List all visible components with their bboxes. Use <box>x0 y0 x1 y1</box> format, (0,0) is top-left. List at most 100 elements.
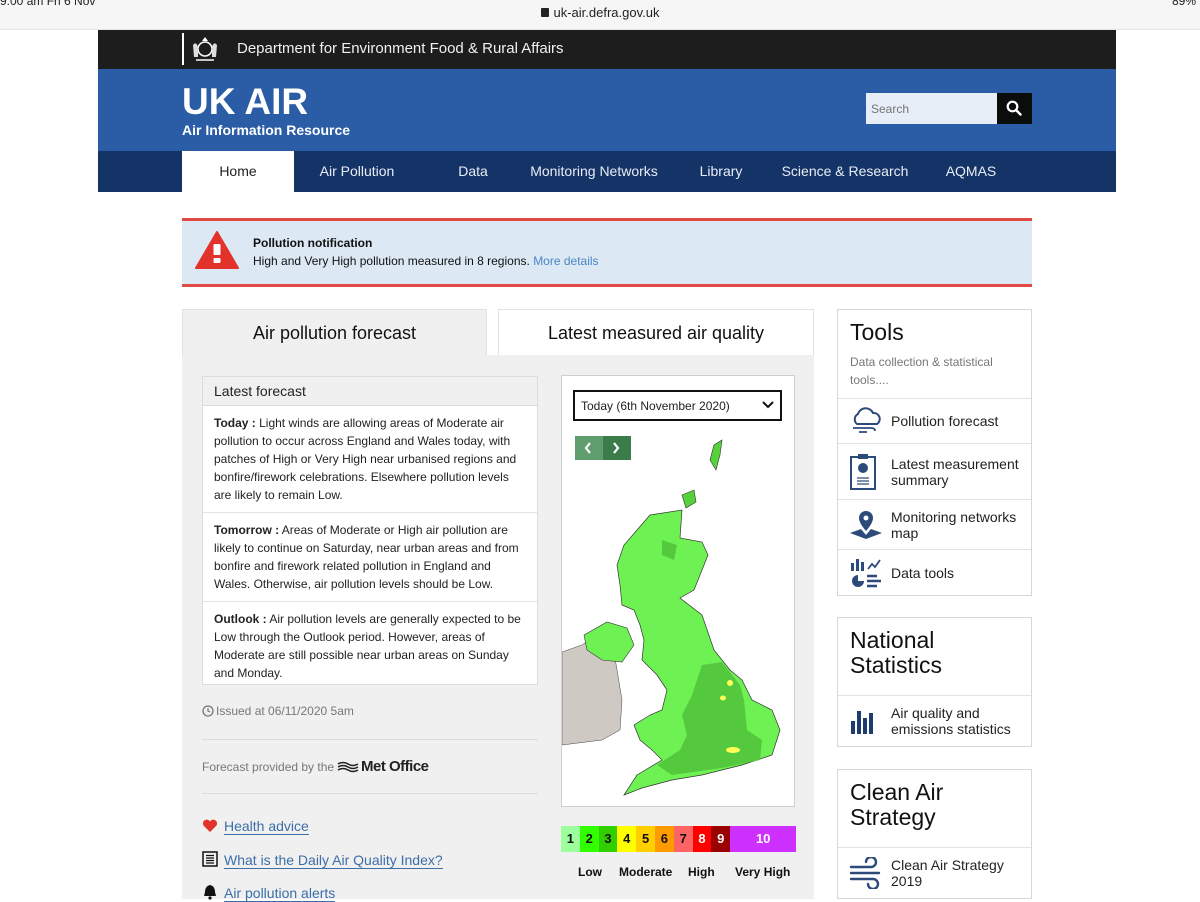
clean-air-strategy-card: Clean Air Strategy Clean Air Strategy 20… <box>837 769 1032 899</box>
health-advice-row: Health advice <box>202 818 309 835</box>
tab-air-pollution-forecast[interactable]: Air pollution forecast <box>182 309 487 356</box>
met-office-text: Met Office <box>361 758 429 775</box>
warning-icon <box>195 231 239 269</box>
daqi-level-3: 3 <box>598 826 618 852</box>
tools-subtitle: Data collection & statistical tools.... <box>850 355 993 387</box>
tool-label: Data tools <box>891 564 955 581</box>
forecast-tomorrow: Tomorrow : Areas of Moderate or High air… <box>203 513 537 602</box>
site-subtitle: Air Information Resource <box>182 122 351 138</box>
forecast-provided-by: Forecast provided by the <box>202 760 335 774</box>
daqi-level-1: 1 <box>561 826 580 852</box>
forecast-label: Today : <box>214 416 256 430</box>
issued-text: Issued at 06/11/2020 5am <box>216 704 354 718</box>
alert-message: High and Very High pollution measured in… <box>253 254 599 268</box>
met-office-waves-icon <box>337 761 359 773</box>
latest-forecast-box: Latest forecast Today : Light winds are … <box>202 376 538 685</box>
clean-air-strategy-2019[interactable]: Clean Air Strategy 2019 <box>838 848 1031 898</box>
forecast-today: Today : Light winds are allowing areas o… <box>203 406 537 513</box>
national-statistics-header: National Statistics <box>838 618 1031 696</box>
tool-label: Monitoring networks map <box>891 508 1017 541</box>
map-pin-icon <box>850 510 882 539</box>
map-shetland <box>709 439 723 471</box>
forecast-heading: Latest forecast <box>203 377 537 406</box>
address-bar[interactable]: uk-air.defra.gov.uk <box>0 5 1200 20</box>
more-details-link[interactable]: More details <box>533 254 598 268</box>
strategy-label: Clean Air Strategy 2019 <box>891 857 1004 889</box>
tool-label: Pollution forecast <box>891 413 999 429</box>
forecast-label: Tomorrow : <box>214 523 280 537</box>
tool-pollution-forecast[interactable]: Pollution forecast <box>838 399 1031 444</box>
forecast-label: Outlook : <box>214 612 267 626</box>
wind-icon <box>849 857 881 889</box>
clock-icon <box>202 705 214 717</box>
tool-label: Latest measurement summary <box>891 455 1019 488</box>
forecast-text: Light winds are allowing areas of Modera… <box>214 416 517 502</box>
nav-library[interactable]: Library <box>688 151 754 192</box>
daqi-level-10: 10 <box>730 826 797 852</box>
main-nav: Home Air Pollution Data Monitoring Netwo… <box>98 151 1116 192</box>
tool-monitoring-networks-map[interactable]: Monitoring networks map <box>838 500 1031 550</box>
daqi-level-9: 9 <box>711 826 731 852</box>
map-hotspot <box>720 695 726 701</box>
date-select[interactable]: Today (6th November 2020) <box>573 390 782 421</box>
clipboard-icon <box>850 453 876 490</box>
band-low: Low <box>578 865 602 879</box>
royal-crest-logo[interactable] <box>182 33 224 65</box>
issued-time: Issued at 06/11/2020 5am <box>202 704 354 718</box>
daqi-level-6: 6 <box>654 826 674 852</box>
charts-icon <box>851 558 881 587</box>
band-high: High <box>688 865 715 879</box>
url-text: uk-air.defra.gov.uk <box>553 5 660 20</box>
daqi-level-4: 4 <box>617 826 637 852</box>
lock-icon <box>540 8 549 17</box>
clean-air-strategy-title: Clean Air Strategy <box>850 779 944 830</box>
forecast-outlook: Outlook : Air pollution levels are gener… <box>203 602 537 690</box>
tools-title: Tools <box>850 319 904 345</box>
browser-status-bar: 9:00 am Fri 6 Nov uk-air.defra.gov.uk 89… <box>0 0 1200 30</box>
tool-data-tools[interactable]: Data tools <box>838 550 1031 595</box>
search-icon <box>1006 100 1022 116</box>
tools-card: Tools Data collection & statistical tool… <box>837 309 1032 596</box>
heart-icon <box>202 819 218 832</box>
uk-pollution-map[interactable] <box>562 430 794 805</box>
clean-air-strategy-header: Clean Air Strategy <box>838 770 1031 848</box>
national-statistics-title: National Statistics <box>850 627 943 678</box>
nav-aqmas[interactable]: AQMAS <box>934 151 1008 192</box>
daqi-scale: 1 2 3 4 5 6 7 8 9 10 <box>561 826 797 852</box>
search-input[interactable] <box>866 93 997 124</box>
selected-date: Today (6th November 2020) <box>581 399 730 413</box>
divider <box>202 793 538 794</box>
met-office-logo[interactable]: Met Office <box>337 758 429 775</box>
health-advice-link[interactable]: Health advice <box>224 818 309 835</box>
daqi-info-link[interactable]: What is the Daily Air Quality Index? <box>224 852 443 869</box>
defra-bar: Department for Environment Food & Rural … <box>98 30 1116 69</box>
alert-title: Pollution notification <box>253 236 373 250</box>
department-name[interactable]: Department for Environment Food & Rural … <box>237 40 564 57</box>
crest-icon <box>193 37 217 61</box>
daqi-level-7: 7 <box>673 826 693 852</box>
pollution-notification: Pollution notification High and Very Hig… <box>182 218 1032 287</box>
nav-data[interactable]: Data <box>438 151 508 192</box>
daqi-level-5: 5 <box>636 826 655 852</box>
nav-home[interactable]: Home <box>182 151 294 192</box>
tab-latest-measured-air-quality[interactable]: Latest measured air quality <box>498 309 814 356</box>
search-button[interactable] <box>997 93 1032 124</box>
map-hotspot <box>726 747 740 753</box>
divider <box>202 739 538 740</box>
air-pollution-alerts-link[interactable]: Air pollution alerts <box>224 885 336 902</box>
band-very-high: Very High <box>735 865 791 879</box>
site-header: UK AIR Air Information Resource <box>98 69 1116 151</box>
battery-status: 89% <box>1171 0 1196 8</box>
chevron-down-icon <box>762 401 774 409</box>
air-quality-emissions-statistics[interactable]: Air quality and emissions statistics <box>838 696 1031 746</box>
nav-monitoring-networks[interactable]: Monitoring Networks <box>523 151 665 192</box>
tool-latest-measurement-summary[interactable]: Latest measurement summary <box>838 444 1031 500</box>
nav-air-pollution[interactable]: Air Pollution <box>294 151 420 192</box>
band-moderate: Moderate <box>619 865 673 879</box>
daqi-info-row: What is the Daily Air Quality Index? <box>202 851 443 869</box>
nav-science-research[interactable]: Science & Research <box>778 151 912 192</box>
alert-text: High and Very High pollution measured in… <box>253 254 530 268</box>
alerts-row: Air pollution alerts <box>202 884 336 902</box>
map-hotspot <box>727 680 733 686</box>
site-title[interactable]: UK AIR <box>182 81 308 123</box>
